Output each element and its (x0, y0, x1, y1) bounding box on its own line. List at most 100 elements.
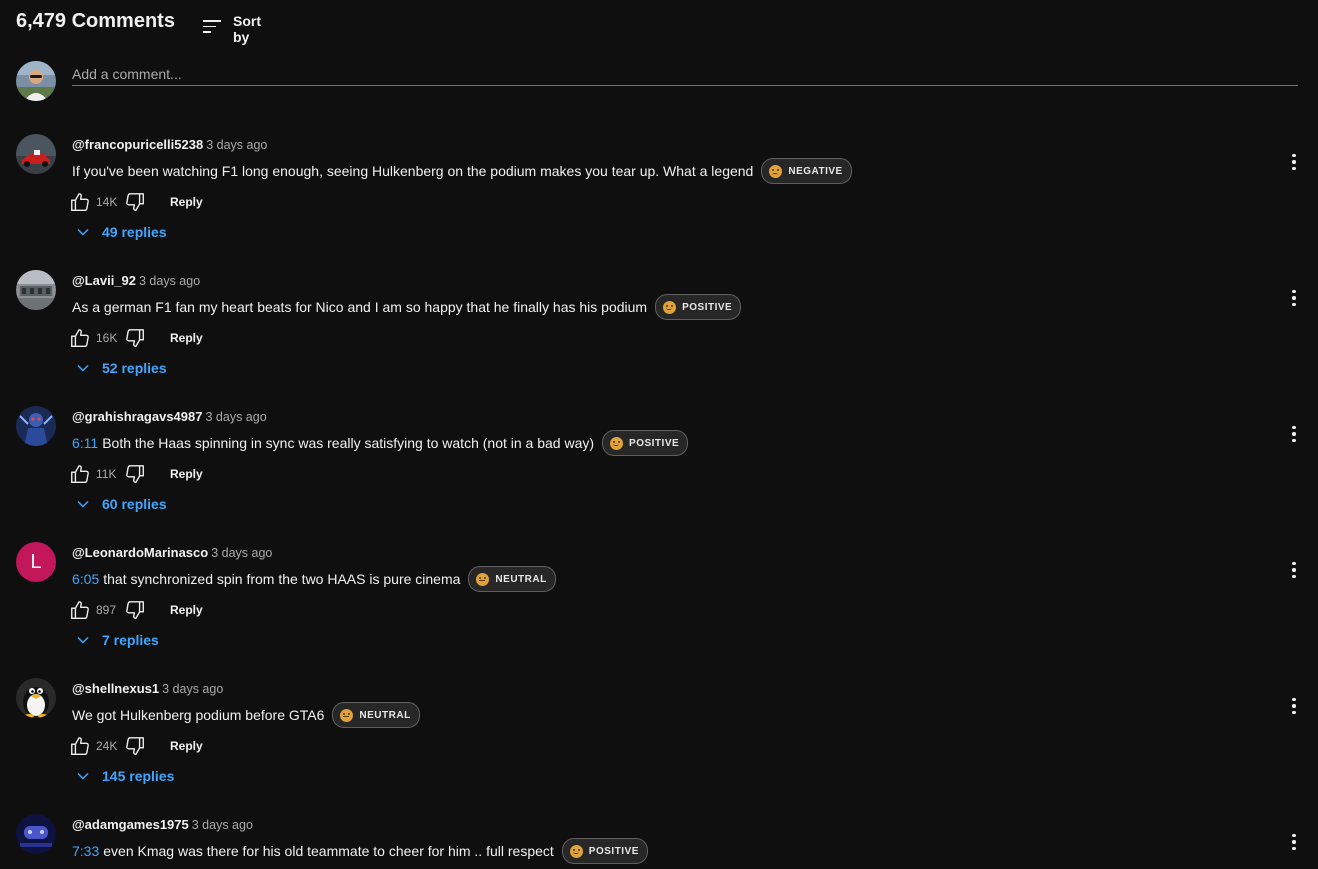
sentiment-badge: POSITIVE (602, 430, 689, 456)
replies-count: 145 replies (102, 768, 175, 784)
dislike-button[interactable] (123, 326, 147, 350)
sentiment-badge: POSITIVE (561, 838, 648, 864)
comment-thread: @Lavii_92 3 days ago As a german F1 fan m… (16, 270, 1306, 406)
chevron-down-icon (77, 772, 89, 780)
like-button[interactable] (68, 462, 92, 486)
dislike-button[interactable] (123, 598, 147, 622)
smiley-face-icon (569, 844, 583, 858)
view-replies-button[interactable]: 145 replies (76, 768, 174, 784)
sentiment-label: POSITIVE (682, 301, 733, 313)
neutral-face-icon (340, 708, 354, 722)
comment-actions: 14K Reply (68, 190, 203, 214)
current-user-avatar (16, 61, 56, 101)
add-comment-row (16, 61, 1298, 103)
neutral-face-icon (476, 572, 490, 586)
thumbs-down-icon (126, 193, 144, 211)
like-button[interactable] (68, 598, 92, 622)
sentiment-badge: POSITIVE (655, 294, 742, 320)
commenter-avatar[interactable] (16, 134, 56, 174)
comment-time[interactable]: 3 days ago (162, 682, 223, 696)
comment-meta: @LeonardoMarinasco 3 days ago (72, 545, 272, 560)
sort-icon (203, 20, 221, 36)
more-actions-icon[interactable] (1282, 694, 1306, 718)
view-replies-button[interactable]: 52 replies (76, 360, 167, 376)
comment-meta: @shellnexus1 3 days ago (72, 681, 223, 696)
video-timestamp-link[interactable]: 6:05 (72, 571, 99, 587)
sad-face-icon (769, 164, 783, 178)
replies-count: 60 replies (102, 496, 167, 512)
video-timestamp-link[interactable]: 6:11 (72, 435, 98, 451)
more-actions-icon[interactable] (1282, 286, 1306, 310)
chevron-down-icon (77, 228, 89, 236)
comment-time[interactable]: 3 days ago (192, 818, 253, 832)
reply-button[interactable]: Reply (170, 603, 203, 617)
comments-header: 6,479 Comments Sort by (16, 10, 261, 45)
like-button[interactable] (68, 326, 92, 350)
dislike-button[interactable] (123, 734, 147, 758)
comment-author[interactable]: @francopuricelli5238 (72, 137, 203, 152)
reply-button[interactable]: Reply (170, 331, 203, 345)
comment-time[interactable]: 3 days ago (206, 138, 267, 152)
comment-actions: 897 Reply (68, 598, 203, 622)
dislike-button[interactable] (123, 462, 147, 486)
view-replies-button[interactable]: 49 replies (76, 224, 167, 240)
comment-time[interactable]: 3 days ago (205, 410, 266, 424)
like-button[interactable] (68, 190, 92, 214)
comment-author[interactable]: @grahishragavs4987 (72, 409, 202, 424)
like-count: 11K (96, 467, 117, 481)
commenter-avatar[interactable] (16, 406, 56, 446)
thumbs-down-icon (126, 601, 144, 619)
like-count: 14K (96, 195, 118, 209)
dislike-button[interactable] (123, 190, 147, 214)
comment-meta: @francopuricelli5238 3 days ago (72, 137, 267, 152)
comment-thread: @adamgames1975 3 days ago 7:33 even Kmag … (16, 814, 1306, 869)
comment-author[interactable]: @adamgames1975 (72, 817, 189, 832)
comment-meta: @grahishragavs4987 3 days ago (72, 409, 267, 424)
comment-thread: L @LeonardoMarinasco 3 days ago 6:05 that… (16, 542, 1306, 678)
smiley-face-icon (663, 300, 677, 314)
reply-button[interactable]: Reply (170, 467, 203, 481)
comment-count: 6,479 Comments (16, 10, 175, 32)
sentiment-label: NEUTRAL (359, 709, 411, 721)
commenter-avatar[interactable] (16, 270, 56, 310)
commenter-avatar[interactable] (16, 678, 56, 718)
comment-body: If you've been watching F1 long enough, … (72, 158, 852, 184)
comment-thread: @grahishragavs4987 3 days ago 6:11 Both t… (16, 406, 1306, 542)
thumbs-down-icon (126, 465, 144, 483)
commenter-avatar[interactable]: L (16, 542, 56, 582)
comment-time[interactable]: 3 days ago (211, 546, 272, 560)
comment-thread: @shellnexus1 3 days ago We got Hulkenberg… (16, 678, 1306, 814)
thumbs-down-icon (126, 737, 144, 755)
comment-author[interactable]: @LeonardoMarinasco (72, 545, 208, 560)
chevron-down-icon (77, 364, 89, 372)
sentiment-label: NEGATIVE (788, 165, 843, 177)
sentiment-badge: NEUTRAL (468, 566, 556, 592)
reply-button[interactable]: Reply (170, 195, 203, 209)
add-comment-input[interactable] (72, 63, 1298, 86)
comment-text: As a german F1 fan my heart beats for Ni… (72, 299, 648, 315)
view-replies-button[interactable]: 60 replies (76, 496, 167, 512)
comment-body: As a german F1 fan my heart beats for Ni… (72, 294, 742, 320)
sort-by-button[interactable]: Sort by (203, 13, 261, 45)
comment-body: 7:33 even Kmag was there for his old tea… (72, 838, 648, 864)
more-actions-icon[interactable] (1282, 150, 1306, 174)
comment-text: that synchronized spin from the two HAAS… (103, 571, 461, 587)
more-actions-icon[interactable] (1282, 422, 1306, 446)
comments-section: 6,479 Comments Sort by Add a comment... … (0, 0, 1318, 869)
comment-thread: @francopuricelli5238 3 days ago If you've… (16, 134, 1306, 270)
comment-body: 6:05 that synchronized spin from the two… (72, 566, 556, 592)
video-timestamp-link[interactable]: 7:33 (72, 843, 99, 859)
thumbs-up-icon (71, 737, 89, 755)
comment-author[interactable]: @Lavii_92 (72, 273, 136, 288)
more-actions-icon[interactable] (1282, 558, 1306, 582)
view-replies-button[interactable]: 7 replies (76, 632, 159, 648)
replies-count: 7 replies (102, 632, 159, 648)
comment-actions: 24K Reply (68, 734, 203, 758)
more-actions-icon[interactable] (1282, 830, 1306, 854)
comment-author[interactable]: @shellnexus1 (72, 681, 159, 696)
like-button[interactable] (68, 734, 92, 758)
comment-time[interactable]: 3 days ago (139, 274, 200, 288)
commenter-avatar[interactable] (16, 814, 56, 854)
comment-text: We got Hulkenberg podium before GTA6 (72, 707, 325, 723)
reply-button[interactable]: Reply (170, 739, 203, 753)
